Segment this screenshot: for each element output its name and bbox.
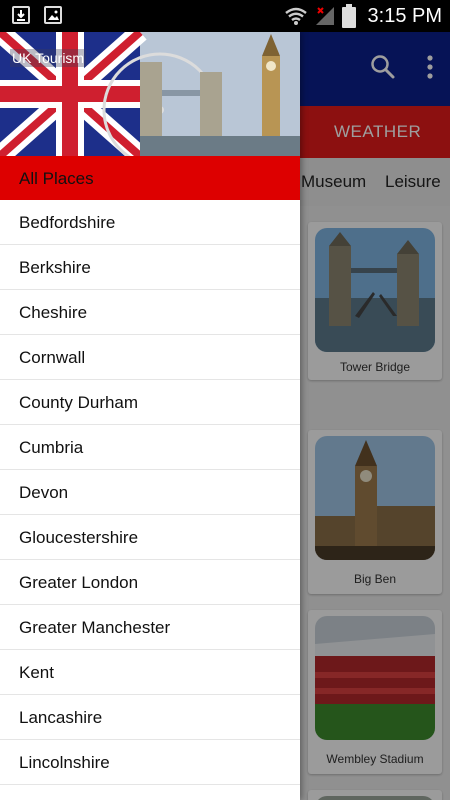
drawer-item-kent[interactable]: Kent: [0, 650, 300, 695]
drawer-item-cheshire[interactable]: Cheshire: [0, 290, 300, 335]
drawer-item-label: Berkshire: [19, 258, 91, 277]
wifi-icon: [284, 7, 307, 25]
drawer-item-county-durham[interactable]: County Durham: [0, 380, 300, 425]
drawer-item-label: All Places: [19, 169, 94, 188]
drawer-item-devon[interactable]: Devon: [0, 470, 300, 515]
drawer-item-lancashire[interactable]: Lancashire: [0, 695, 300, 740]
download-icon: [12, 6, 30, 24]
drawer-header: UK Tourism: [0, 32, 300, 156]
drawer-item-bedfordshire[interactable]: Bedfordshire: [0, 200, 300, 245]
drawer-item-label: Lancashire: [19, 708, 103, 727]
status-bar: 3:15 PM: [0, 0, 450, 32]
drawer-item-gloucestershire[interactable]: Gloucestershire: [0, 515, 300, 560]
drawer-header-title: UK Tourism: [10, 49, 87, 67]
drawer-item-berkshire[interactable]: Berkshire: [0, 245, 300, 290]
drawer-item-label: Cornwall: [19, 348, 86, 367]
drawer-item-cornwall[interactable]: Cornwall: [0, 335, 300, 380]
drawer-item-label: Devon: [19, 483, 69, 502]
drawer-item-all-places[interactable]: All Places: [0, 156, 300, 200]
drawer-item-label: Kent: [19, 663, 54, 682]
navigation-drawer: UK Tourism All Places Bedfordshire Berks…: [0, 32, 300, 800]
drawer-item-greater-manchester[interactable]: Greater Manchester: [0, 605, 300, 650]
status-time: 3:15 PM: [367, 4, 442, 27]
drawer-item-label: Bedfordshire: [19, 213, 116, 232]
drawer-item-label: County Durham: [19, 393, 139, 412]
drawer-item-label: Cheshire: [19, 303, 88, 322]
drawer-list: All Places Bedfordshire Berkshire Cheshi…: [0, 156, 300, 785]
drawer-item-greater-london[interactable]: Greater London: [0, 560, 300, 605]
signal-icon: [315, 7, 334, 25]
drawer-item-label: Lincolnshire: [19, 753, 110, 772]
drawer-item-label: Cumbria: [19, 438, 84, 457]
scrim-overlay[interactable]: [300, 32, 450, 800]
drawer-item-cumbria[interactable]: Cumbria: [0, 425, 300, 470]
drawer-item-label: Gloucestershire: [19, 528, 139, 547]
battery-icon: [341, 4, 356, 28]
drawer-item-label: Greater Manchester: [19, 618, 171, 637]
drawer-item-lincolnshire[interactable]: Lincolnshire: [0, 740, 300, 785]
drawer-item-label: Greater London: [19, 573, 139, 592]
image-icon: [44, 6, 62, 24]
